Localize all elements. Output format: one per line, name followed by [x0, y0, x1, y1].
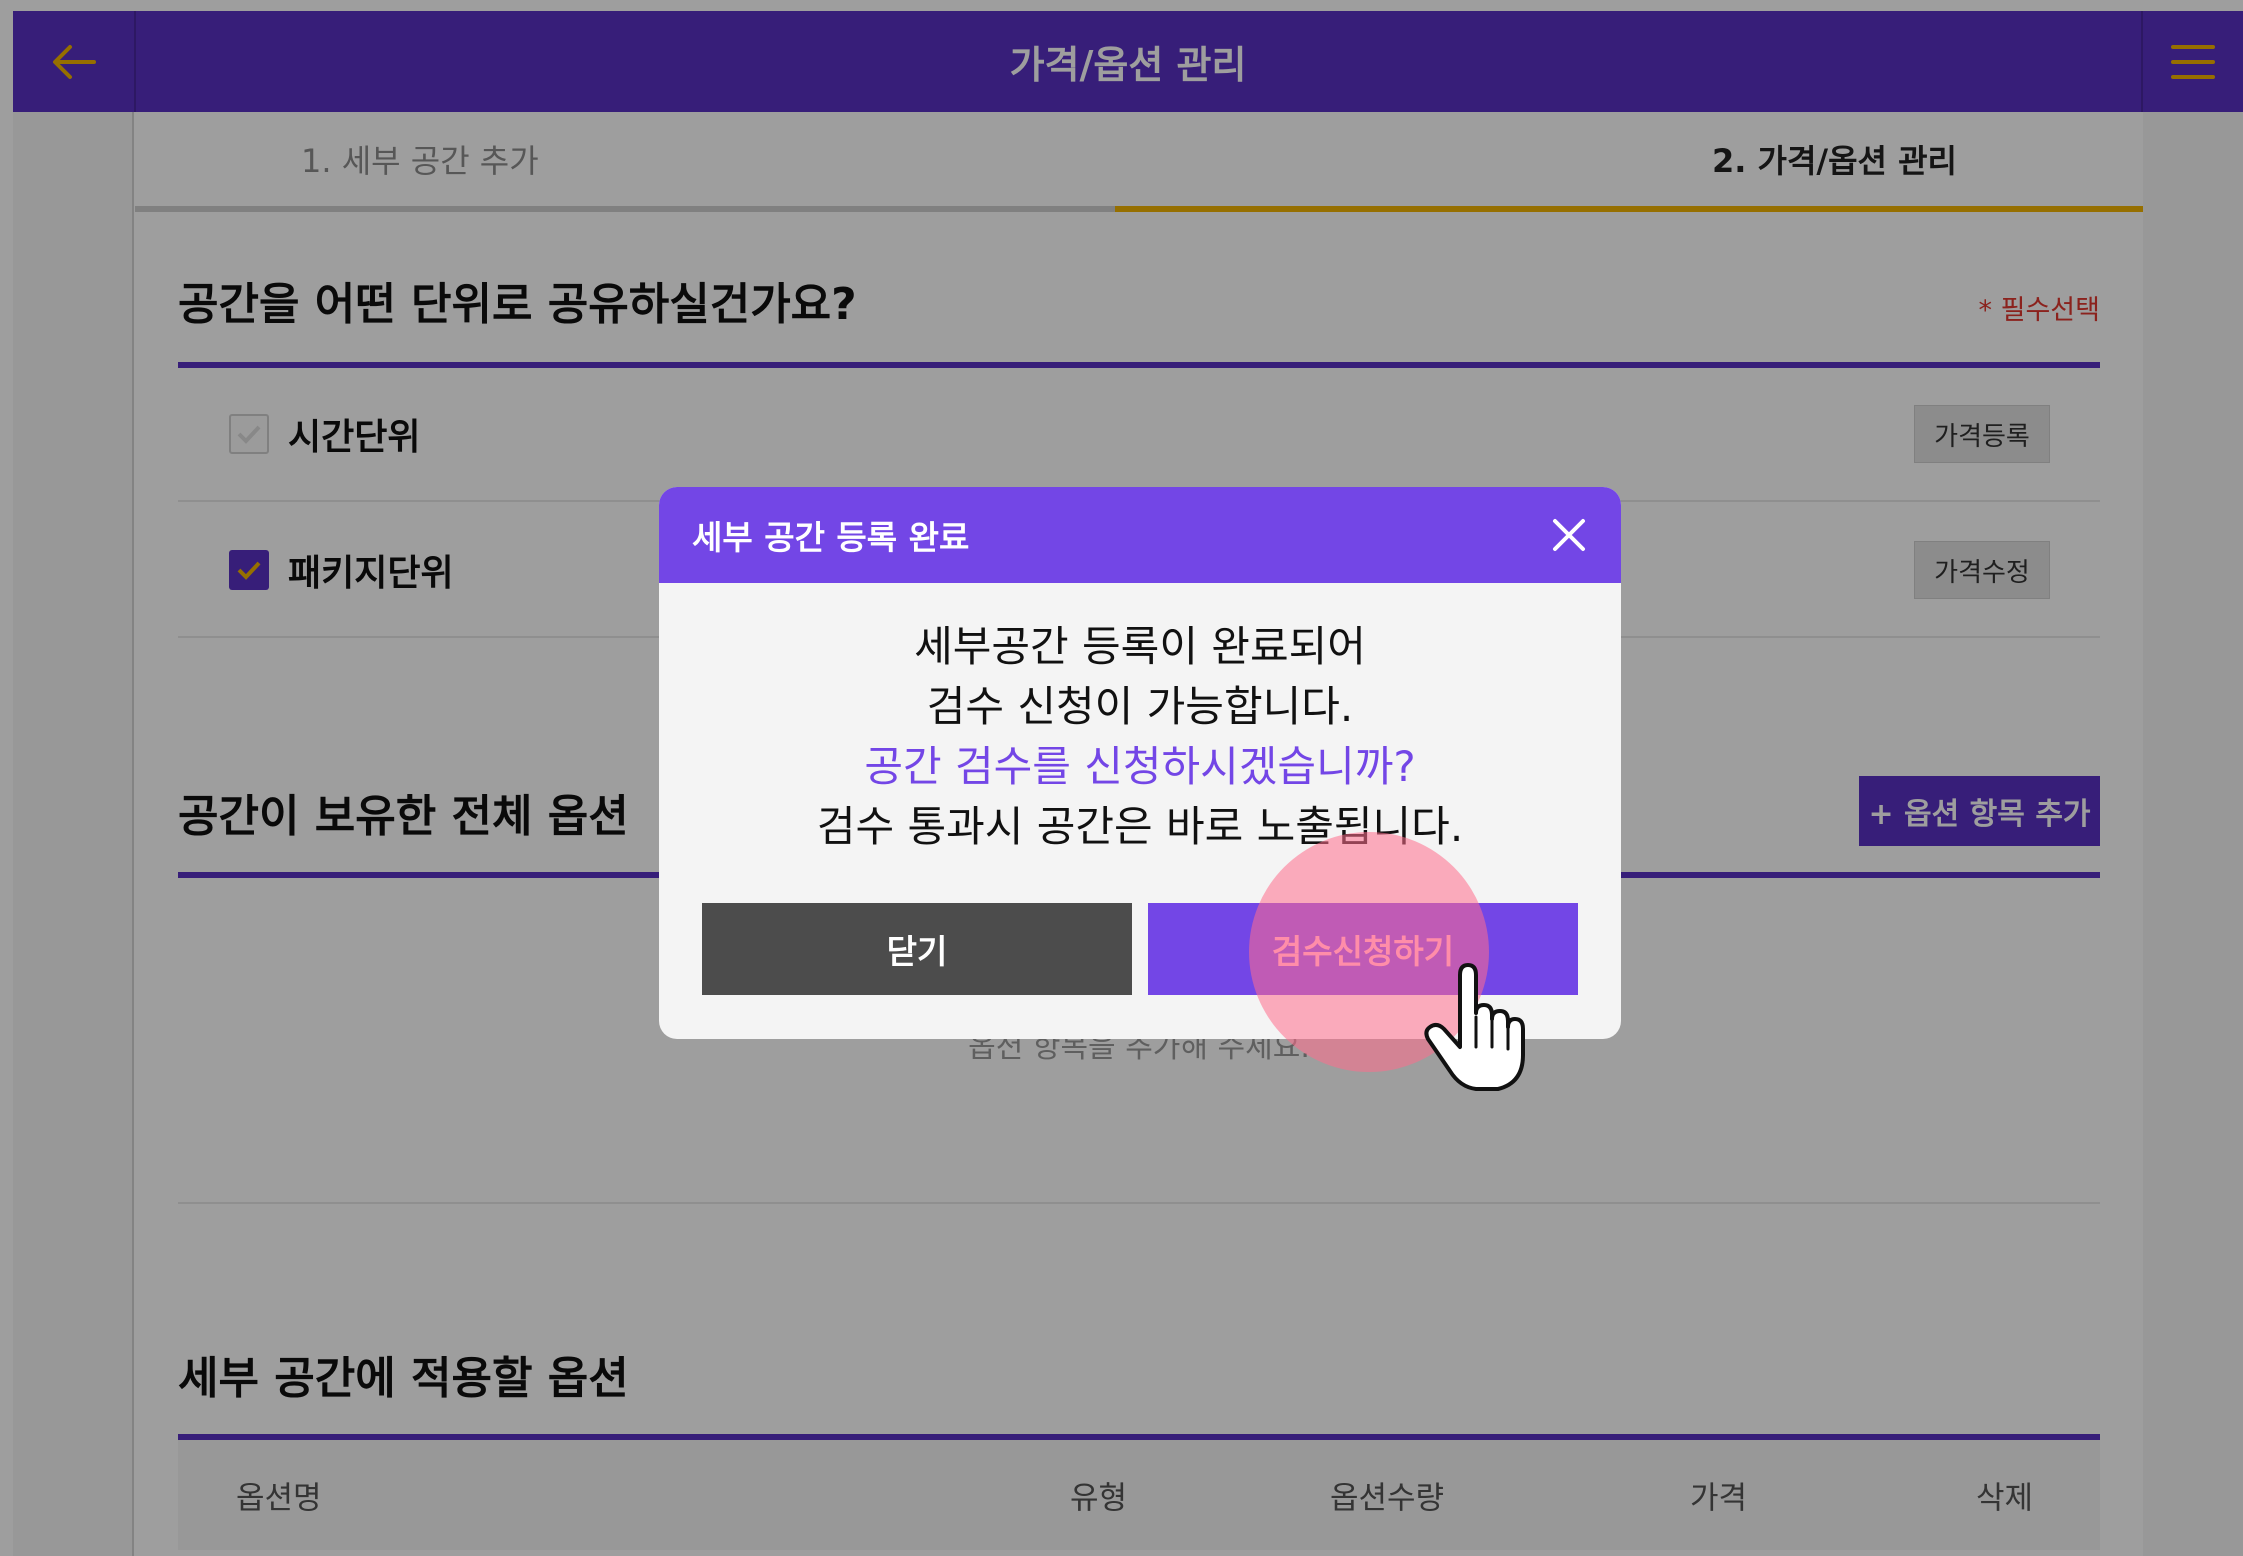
close-icon[interactable] [1547, 513, 1591, 557]
modal-message: 세부공간 등록이 완료되어 검수 신청이 가능합니다. 공간 검수를 신청하시겠… [659, 617, 1621, 857]
modal-title: 세부 공간 등록 완료 [692, 518, 970, 557]
modal-message-line: 세부공간 등록이 완료되어 [914, 622, 1366, 671]
modal-close-button[interactable]: 닫기 [702, 903, 1132, 995]
modal-message-line: 검수 통과시 공간은 바로 노출됩니다. [816, 802, 1464, 851]
hand-pointer-icon [1424, 963, 1525, 1091]
modal-question: 공간 검수를 신청하시겠습니까? [864, 742, 1416, 791]
modal-message-line: 검수 신청이 가능합니다. [926, 682, 1354, 731]
modal-header: 세부 공간 등록 완료 [659, 487, 1621, 583]
